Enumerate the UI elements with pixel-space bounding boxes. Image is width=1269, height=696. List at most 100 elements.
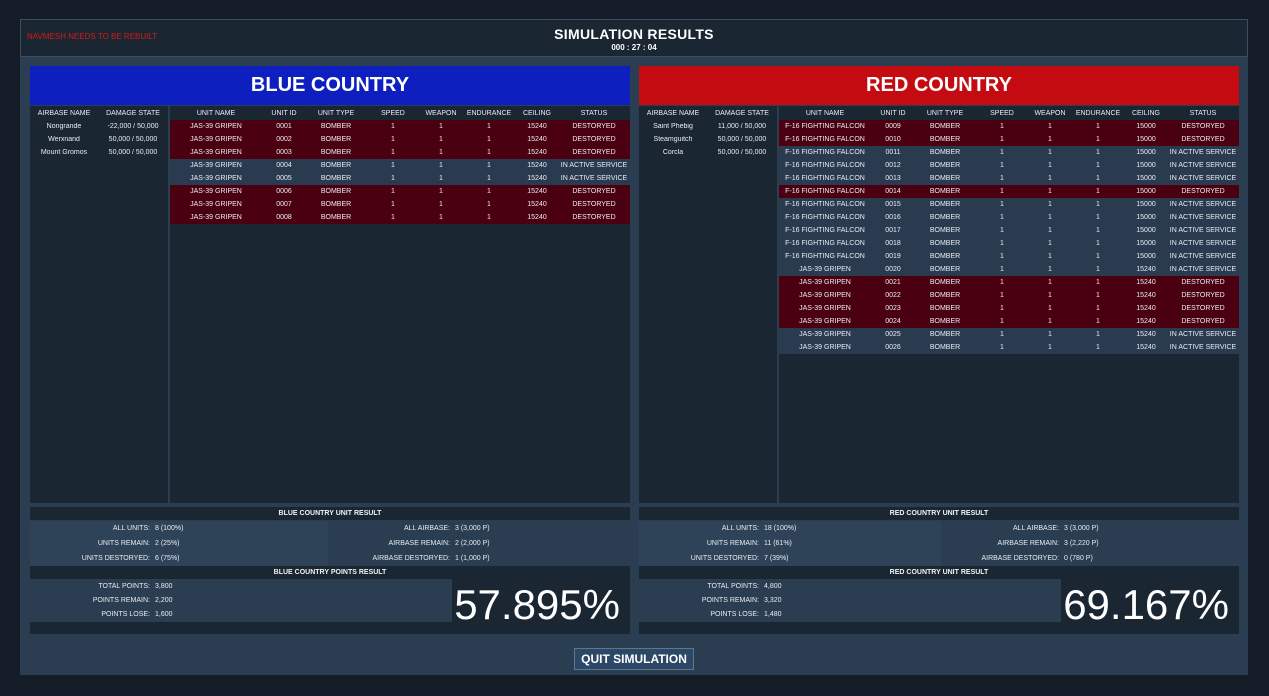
unit-type: BOMBER bbox=[929, 201, 961, 208]
unit-status: DESTORYED bbox=[1181, 136, 1225, 143]
unit-name: F-16 FIGHTING FALCON bbox=[785, 227, 865, 234]
airbase-stat-label: AIRBASE REMAIN: bbox=[997, 540, 1059, 547]
unit-speed: 1 bbox=[1000, 292, 1004, 299]
airbase-stat-value: 3 (3,000 P) bbox=[1064, 525, 1099, 532]
unit-name: JAS-39 GRIPEN bbox=[799, 331, 851, 338]
unit-speed: 1 bbox=[391, 175, 395, 182]
unit-stat-value: 2 (25%) bbox=[155, 540, 180, 547]
unit-name: F-16 FIGHTING FALCON bbox=[785, 175, 865, 182]
table-row: F-16 FIGHTING FALCON 0016 BOMBER 1 1 1 15000 IN… bbox=[779, 211, 1239, 224]
unit-type: BOMBER bbox=[929, 175, 961, 182]
unit-status: DESTORYED bbox=[572, 201, 616, 208]
unit-speed: 1 bbox=[1000, 214, 1004, 221]
status-header: STATUS bbox=[1189, 109, 1217, 117]
unit-weapon: 1 bbox=[1048, 214, 1052, 221]
table-row: F-16 FIGHTING FALCON 0019 BOMBER 1 1 1 15000 IN… bbox=[779, 250, 1239, 263]
unit-ceiling: 15240 bbox=[1136, 292, 1156, 299]
airbase-name: Werxnand bbox=[48, 136, 80, 143]
unit-weapon: 1 bbox=[1048, 162, 1052, 169]
unit-weapon: 1 bbox=[1048, 318, 1052, 325]
unit-weapon: 1 bbox=[439, 136, 443, 143]
airbase-damage-state: 50,000 / 50,000 bbox=[717, 149, 767, 156]
unit-endurance: 1 bbox=[487, 136, 491, 143]
unit-endurance: 1 bbox=[1096, 253, 1100, 260]
blue-airbase-table: AIRBASE NAME DAMAGE STATE Nongrande -22,0… bbox=[30, 106, 168, 503]
unit-name: JAS-39 GRIPEN bbox=[190, 201, 242, 208]
unit-type: BOMBER bbox=[929, 240, 961, 247]
unit-type: BOMBER bbox=[320, 136, 352, 143]
unit-id: 0015 bbox=[885, 201, 901, 208]
unit-name: JAS-39 GRIPEN bbox=[190, 149, 242, 156]
blue-country-panel: BLUE COUNTRY AIRBASE NAME DAMAGE STATE N… bbox=[30, 66, 630, 636]
unit-status: DESTORYED bbox=[572, 149, 616, 156]
unit-name: JAS-39 GRIPEN bbox=[190, 136, 242, 143]
unit-endurance: 1 bbox=[1096, 175, 1100, 182]
table-row: JAS-39 GRIPEN 0008 BOMBER 1 1 1 15240 DESTORYED bbox=[170, 211, 630, 224]
unit-stat-value: 6 (75%) bbox=[155, 555, 180, 562]
unit-name: JAS-39 GRIPEN bbox=[190, 214, 242, 221]
unit-status: IN ACTIVE SERVICE bbox=[1169, 227, 1237, 234]
unit-ceiling: 15000 bbox=[1136, 214, 1156, 221]
unit-status: IN ACTIVE SERVICE bbox=[1169, 344, 1237, 351]
airbase-row: Mount Gromos 50,000 / 50,000 bbox=[30, 146, 168, 159]
unit-weapon: 1 bbox=[1048, 331, 1052, 338]
unit-endurance: 1 bbox=[487, 188, 491, 195]
quit-simulation-button[interactable]: QUIT SIMULATION bbox=[574, 648, 694, 670]
unit-stat-label: UNITS DESTORYED: bbox=[690, 555, 759, 562]
unit-status: IN ACTIVE SERVICE bbox=[1169, 253, 1237, 260]
unit-id: 0018 bbox=[885, 240, 901, 247]
airbase-stat-label: AIRBASE DESTORYED: bbox=[981, 555, 1059, 562]
unit-ceiling: 15240 bbox=[527, 149, 547, 156]
unit-id: 0019 bbox=[885, 253, 901, 260]
unit-id: 0023 bbox=[885, 305, 901, 312]
unit-id: 0014 bbox=[885, 188, 901, 195]
unit-status: IN ACTIVE SERVICE bbox=[1169, 201, 1237, 208]
unit-endurance: 1 bbox=[1096, 292, 1100, 299]
unit-id: 0005 bbox=[276, 175, 292, 182]
unit-stat-value: 8 (100%) bbox=[155, 525, 184, 532]
unit-speed: 1 bbox=[1000, 318, 1004, 325]
unit-ceiling: 15240 bbox=[527, 136, 547, 143]
airbase-table-header: AIRBASE NAME DAMAGE STATE bbox=[639, 106, 777, 120]
unit-status: DESTORYED bbox=[572, 188, 616, 195]
unit-type: BOMBER bbox=[929, 318, 961, 325]
unit-weapon: 1 bbox=[1048, 266, 1052, 273]
unit-status: IN ACTIVE SERVICE bbox=[1169, 266, 1237, 273]
unit-id: 0002 bbox=[276, 136, 292, 143]
unit-ceiling: 15000 bbox=[1136, 149, 1156, 156]
unit-ceiling: 15000 bbox=[1136, 240, 1156, 247]
airbase-stat-label: ALL AIRBASE: bbox=[1012, 525, 1059, 532]
unit-name: F-16 FIGHTING FALCON bbox=[785, 123, 865, 130]
unit-name: JAS-39 GRIPEN bbox=[799, 318, 851, 325]
points-label: POINTS LOSE: bbox=[710, 611, 759, 618]
unit-ceiling: 15240 bbox=[527, 162, 547, 169]
points-label: TOTAL POINTS: bbox=[98, 583, 150, 590]
unit-ceiling: 15240 bbox=[1136, 331, 1156, 338]
unit-type: BOMBER bbox=[320, 162, 352, 169]
red-country-header: RED COUNTRY bbox=[639, 66, 1239, 105]
airbase-stat-value: 0 (780 P) bbox=[1064, 555, 1093, 562]
unit-stat-value: 18 (100%) bbox=[764, 525, 797, 532]
unit-endurance: 1 bbox=[1096, 149, 1100, 156]
unit-speed: 1 bbox=[1000, 149, 1004, 156]
table-row: JAS-39 GRIPEN 0003 BOMBER 1 1 1 15240 DESTORYED bbox=[170, 146, 630, 159]
unit-speed: 1 bbox=[1000, 188, 1004, 195]
simulation-timer: 000 : 27 : 04 bbox=[611, 43, 657, 52]
unit-ceiling: 15240 bbox=[1136, 279, 1156, 286]
table-row: JAS-39 GRIPEN 0006 BOMBER 1 1 1 15240 DESTORYED bbox=[170, 185, 630, 198]
unit-name: JAS-39 GRIPEN bbox=[799, 279, 851, 286]
unit-stat-label: ALL UNITS: bbox=[721, 525, 759, 532]
unit-weapon: 1 bbox=[1048, 188, 1052, 195]
table-row: F-16 FIGHTING FALCON 0013 BOMBER 1 1 1 15000 IN… bbox=[779, 172, 1239, 185]
unit-speed: 1 bbox=[1000, 344, 1004, 351]
table-row: JAS-39 GRIPEN 0023 BOMBER 1 1 1 15240 DESTORYED bbox=[779, 302, 1239, 315]
unit-id: 0008 bbox=[276, 214, 292, 221]
unit-stat-label: UNITS REMAIN: bbox=[706, 540, 759, 547]
airbase-stat-value: 3 (2,220 P) bbox=[1064, 540, 1099, 547]
unit-table-header: UNIT NAME UNIT ID UNIT TYPE SPEED WEAPON… bbox=[779, 106, 1239, 120]
airbase-stat-label: AIRBASE DESTORYED: bbox=[372, 555, 450, 562]
unit-status: DESTORYED bbox=[1181, 279, 1225, 286]
unit-status: DESTORYED bbox=[1181, 188, 1225, 195]
airbase-damage-state: 50,000 / 50,000 bbox=[108, 149, 158, 156]
airbase-damage-state: 50,000 / 50,000 bbox=[108, 136, 158, 143]
